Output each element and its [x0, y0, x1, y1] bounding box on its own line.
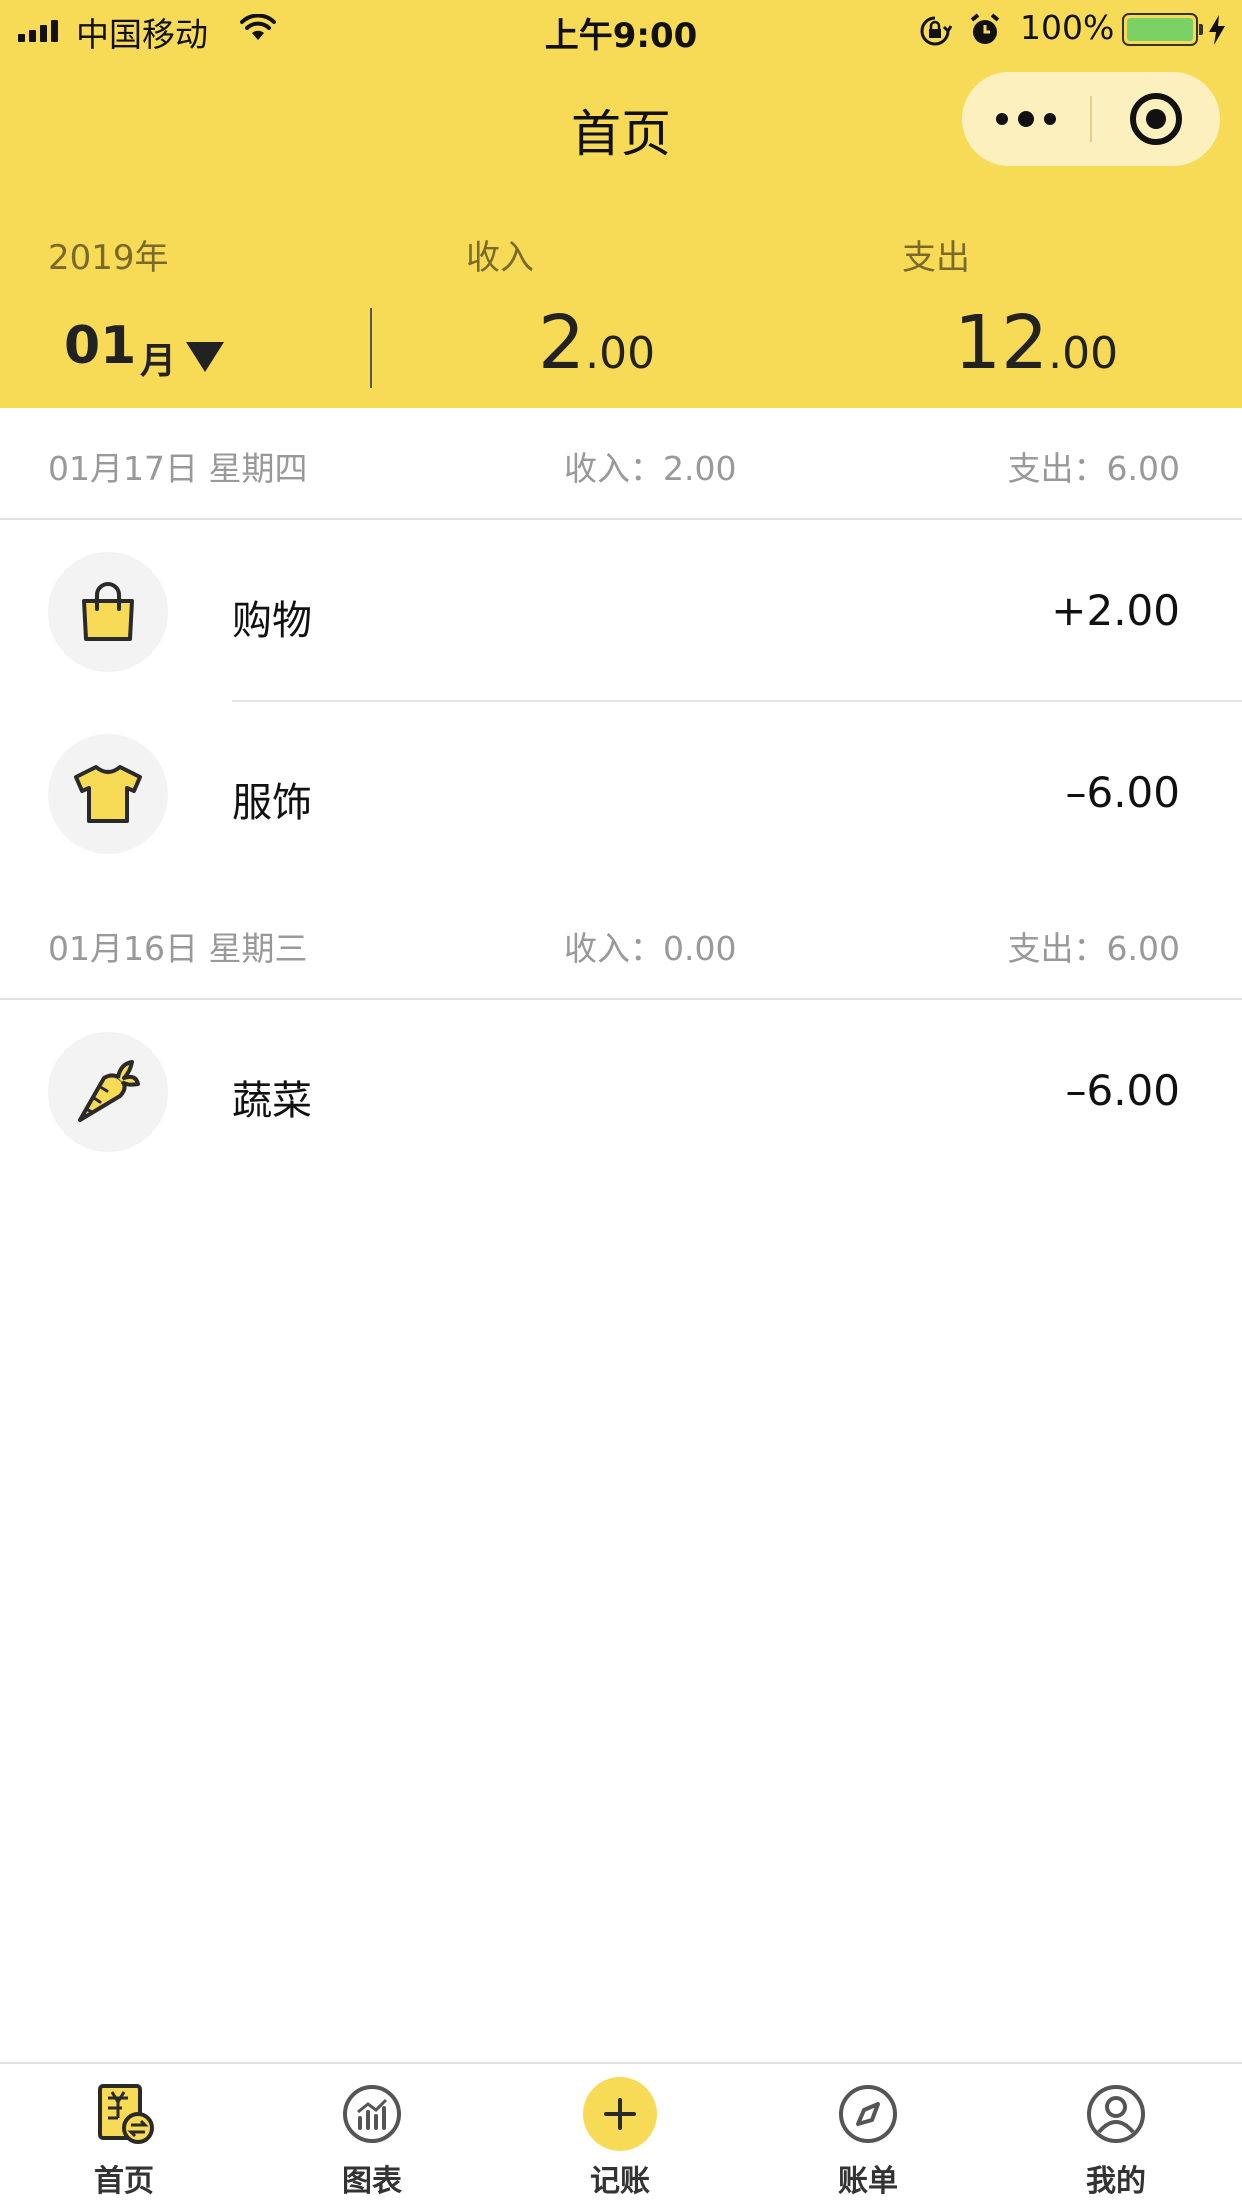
- income-total: 2.00: [538, 300, 656, 386]
- home-ledger-icon: [98, 2084, 154, 2144]
- day-date: 01月16日 星期三: [48, 929, 308, 968]
- charging-bolt-icon: [1209, 15, 1225, 45]
- day-income: 收入：0.00: [564, 929, 737, 968]
- record-category: 服饰: [232, 780, 312, 826]
- chart-icon: [343, 2085, 401, 2143]
- tab-add-record[interactable]: 记账: [496, 2064, 744, 2208]
- more-dots-icon: [996, 113, 1008, 125]
- expense-total: 12.00: [954, 300, 1119, 386]
- status-bar: 中国移动 上午9:00 100%: [0, 0, 1242, 62]
- dropdown-arrow-icon[interactable]: [186, 342, 224, 372]
- record-category: 购物: [232, 598, 312, 644]
- tab-home[interactable]: 首页: [0, 2064, 248, 2208]
- carrot-icon: [48, 1032, 168, 1152]
- tab-bills[interactable]: 账单: [744, 2064, 992, 2208]
- battery-percent: 100%: [1020, 8, 1115, 47]
- summary-divider: [370, 308, 372, 388]
- record-item[interactable]: 蔬菜 –6.00: [0, 1002, 1242, 1184]
- tab-bar: 首页 图表 记账 账单 我的: [0, 2062, 1242, 2208]
- orientation-lock-icon: [920, 16, 952, 46]
- compass-icon: [839, 2085, 897, 2143]
- day-income: 收入：2.00: [564, 449, 737, 488]
- record-amount: –6.00: [1065, 1066, 1180, 1115]
- day-expense: 支出：6.00: [1007, 449, 1180, 488]
- tab-label: 我的: [1086, 2164, 1146, 2199]
- miniprogram-capsule: [962, 72, 1220, 166]
- target-icon: [1130, 93, 1182, 145]
- tab-label: 图表: [342, 2164, 402, 2199]
- more-button[interactable]: [962, 72, 1090, 166]
- month-unit[interactable]: 月: [140, 332, 176, 384]
- close-miniprogram-button[interactable]: [1092, 72, 1220, 166]
- tab-label: 账单: [838, 2164, 898, 2199]
- record-category: 蔬菜: [232, 1078, 312, 1124]
- day-date: 01月17日 星期四: [48, 449, 308, 488]
- tab-profile[interactable]: 我的: [992, 2064, 1240, 2208]
- tab-chart[interactable]: 图表: [248, 2064, 496, 2208]
- tab-label: 首页: [94, 2164, 154, 2199]
- record-amount: –6.00: [1065, 768, 1180, 817]
- shopping-bag-icon: [48, 552, 168, 672]
- record-item[interactable]: 购物 +2.00: [0, 522, 1242, 704]
- record-divider: [232, 700, 1242, 702]
- alarm-icon: [970, 13, 1000, 44]
- day-header: 01月17日 星期四 收入：2.00 支出：6.00: [0, 408, 1242, 520]
- plus-icon: [583, 2077, 657, 2151]
- battery-icon: [1122, 13, 1203, 46]
- tshirt-icon: [48, 734, 168, 854]
- day-header: 01月16日 星期三 收入：0.00 支出：6.00: [0, 888, 1242, 1000]
- record-amount: +2.00: [1051, 586, 1180, 635]
- tab-label: 记账: [590, 2164, 650, 2199]
- expense-label: 支出: [902, 238, 970, 278]
- record-item[interactable]: 服饰 –6.00: [0, 704, 1242, 886]
- year-label: 2019年: [48, 238, 169, 278]
- user-icon: [1087, 2085, 1145, 2143]
- day-expense: 支出：6.00: [1007, 929, 1180, 968]
- income-label: 收入: [466, 238, 534, 278]
- month-value[interactable]: 01: [64, 316, 136, 376]
